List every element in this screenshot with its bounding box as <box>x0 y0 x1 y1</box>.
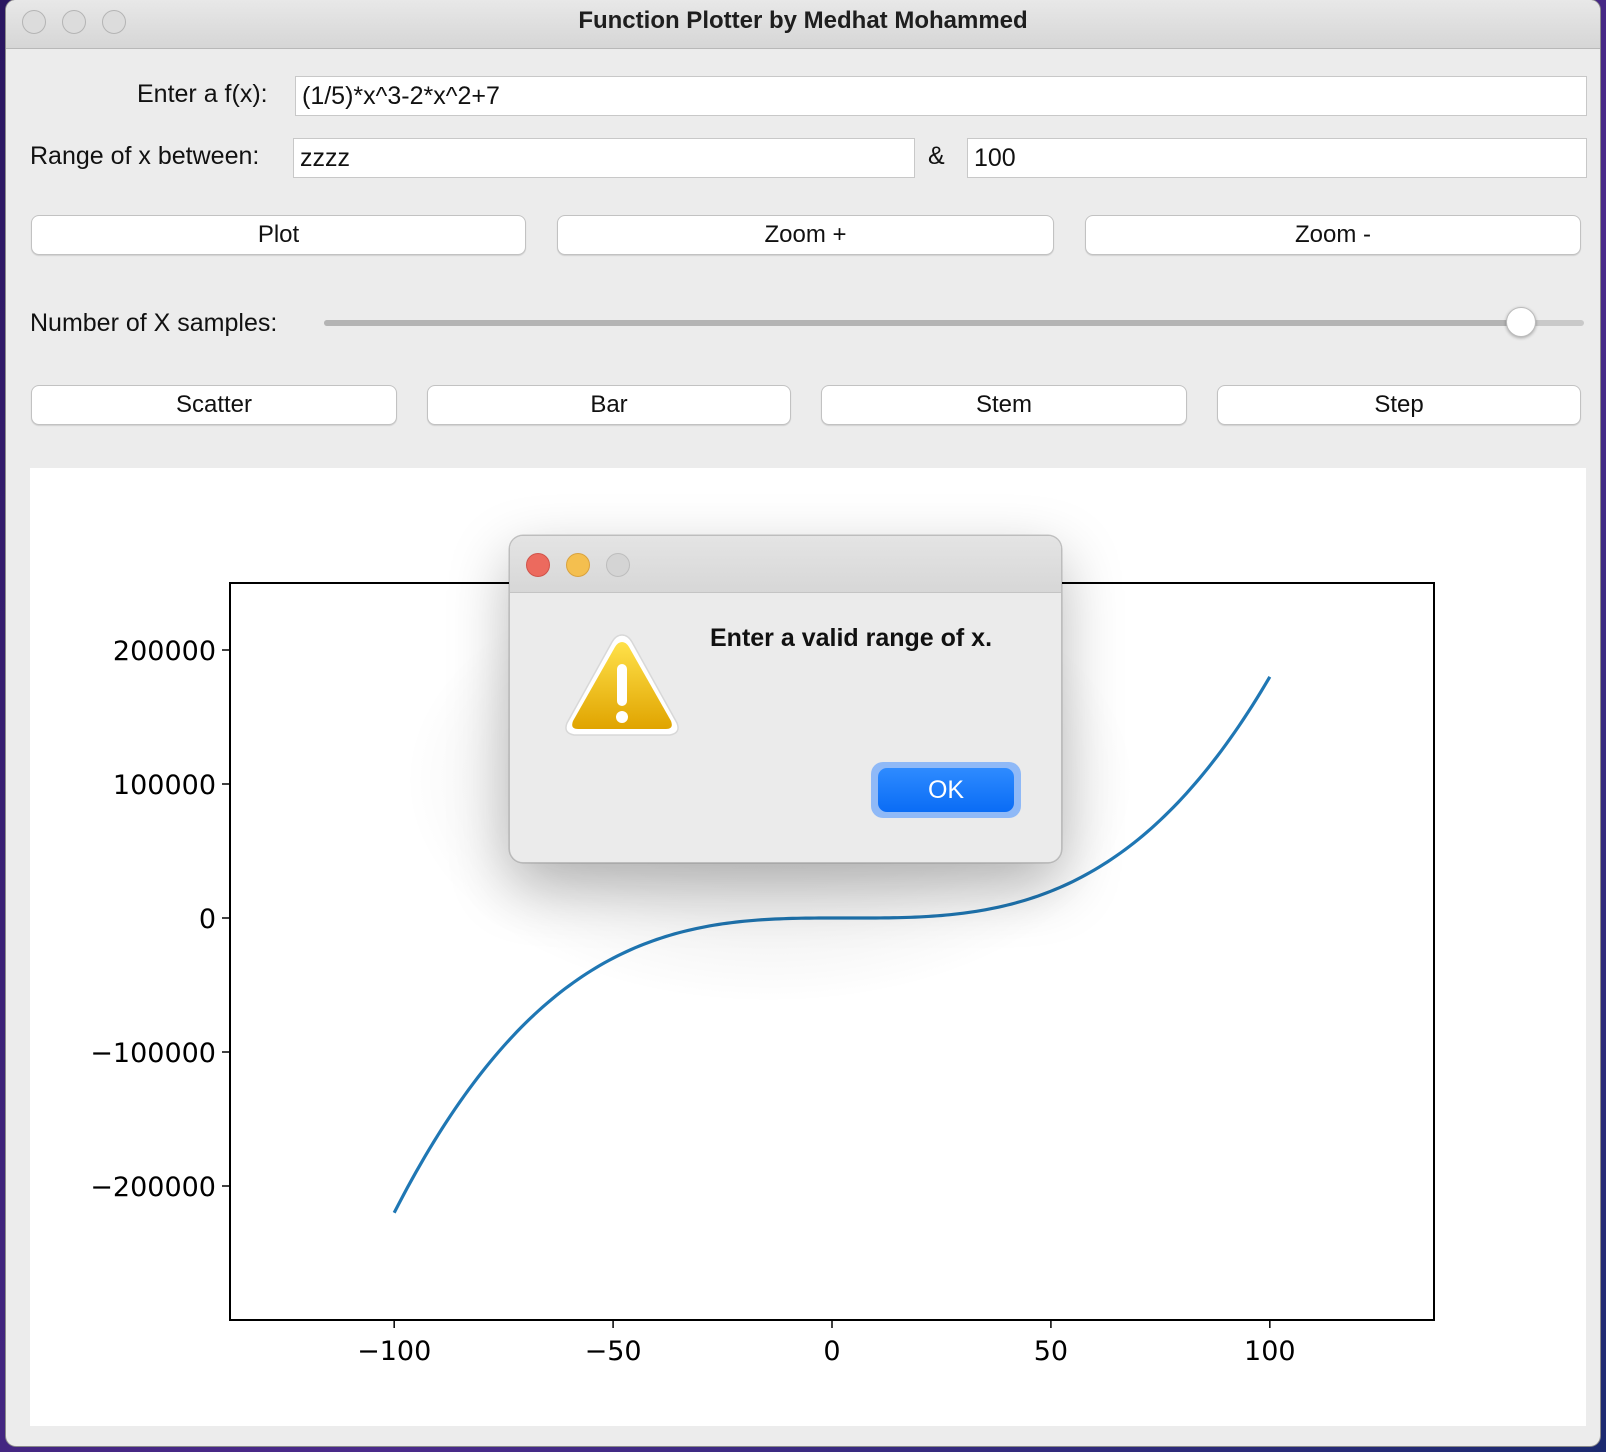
y-tick-label: 100000 <box>113 770 216 801</box>
range-max-input[interactable] <box>967 138 1587 178</box>
samples-slider-fill <box>324 320 1521 326</box>
stem-button[interactable]: Stem <box>821 385 1187 425</box>
y-tick-label: −200000 <box>90 1172 216 1203</box>
scatter-button[interactable]: Scatter <box>31 385 397 425</box>
fx-input[interactable] <box>295 76 1587 116</box>
zoom-out-button[interactable]: Zoom - <box>1085 215 1581 255</box>
title-bar: Function Plotter by Medhat Mohammed <box>6 0 1600 49</box>
dialog-minimize-button[interactable] <box>566 553 590 577</box>
dialog-title-bar <box>510 536 1061 593</box>
dialog-close-button[interactable] <box>526 553 550 577</box>
range-min-input[interactable] <box>293 138 915 178</box>
step-button[interactable]: Step <box>1217 385 1581 425</box>
alert-dialog: Enter a valid range of x. OK <box>509 535 1062 863</box>
x-tick-label: 100 <box>1244 1336 1296 1367</box>
x-tick-label: −100 <box>357 1336 431 1367</box>
x-tick-label: −50 <box>585 1336 642 1367</box>
range-label: Range of x between: <box>30 142 260 170</box>
y-tick-label: 0 <box>199 904 216 935</box>
y-tick-label: −100000 <box>90 1038 216 1069</box>
x-tick-label: 50 <box>1034 1336 1068 1367</box>
dialog-message: Enter a valid range of x. <box>710 624 993 652</box>
zoom-in-button[interactable]: Zoom + <box>557 215 1054 255</box>
range-separator: & <box>928 142 945 170</box>
samples-label: Number of X samples: <box>30 309 278 337</box>
dialog-zoom-button[interactable] <box>606 553 630 577</box>
warning-triangle-icon <box>565 634 679 736</box>
samples-slider-track[interactable] <box>324 320 1584 326</box>
fx-label: Enter a f(x): <box>137 80 268 108</box>
window-title: Function Plotter by Medhat Mohammed <box>578 7 1028 34</box>
bar-button[interactable]: Bar <box>427 385 791 425</box>
y-tick-label: 200000 <box>113 636 216 667</box>
plot-button[interactable]: Plot <box>31 215 526 255</box>
samples-slider-handle[interactable] <box>1506 307 1536 337</box>
x-tick-label: 0 <box>823 1336 840 1367</box>
ok-button[interactable]: OK <box>878 768 1014 812</box>
